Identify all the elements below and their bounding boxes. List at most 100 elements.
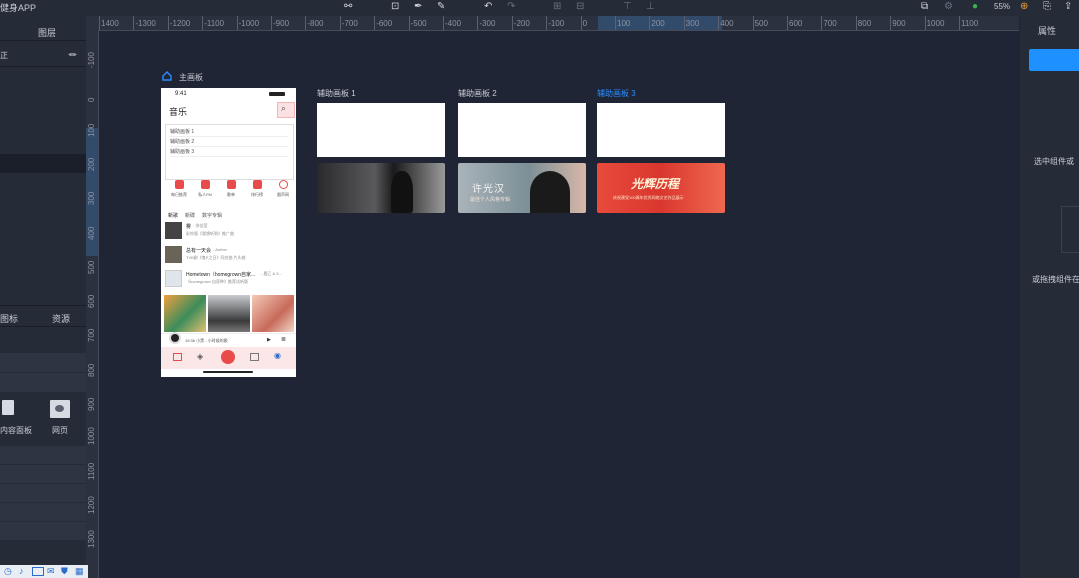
preview-icon[interactable]: ⎘ xyxy=(1043,1,1051,13)
ruler-tick-line xyxy=(821,16,823,30)
banner-1[interactable] xyxy=(317,163,445,213)
align-bottom-icon[interactable]: ⊥ xyxy=(646,1,655,13)
device-icon[interactable]: ⧉ xyxy=(921,1,928,13)
ruler-tick-label: 400 xyxy=(720,19,734,28)
song-row[interactable]: 总有一天会 - Amber TVB剧《鬼P之日》同名曲 片头曲 xyxy=(165,246,293,266)
main-board-label[interactable]: 主画板 xyxy=(179,72,203,83)
resource-row[interactable] xyxy=(0,522,86,541)
tab-layers[interactable]: 图层 xyxy=(38,26,56,39)
zoom-in-icon[interactable]: ⊕ xyxy=(1020,1,1028,13)
webpage-icon[interactable] xyxy=(50,400,70,418)
panel-icon[interactable] xyxy=(0,398,20,420)
distribute-icon[interactable]: ⊟ xyxy=(576,1,584,13)
category-item[interactable]: 排行榜 xyxy=(245,180,269,198)
right-panel: 属性 选中组件或 或拖拽组件在 xyxy=(1020,16,1079,578)
nav-podcast-icon[interactable]: ◈ xyxy=(197,352,203,361)
settings-icon[interactable]: ⚙ xyxy=(944,1,953,13)
album-thumb[interactable] xyxy=(164,295,206,332)
banner-3-title: 光辉历程 xyxy=(631,177,680,191)
ruler-tick-label: 1000 xyxy=(926,19,945,28)
ruler-tick-label: 800 xyxy=(87,363,96,377)
search-button[interactable]: ⌕ xyxy=(277,102,295,118)
nav-follow-icon[interactable] xyxy=(250,353,259,361)
zoom-level[interactable]: 55% xyxy=(994,2,1010,11)
song-title: 雾 xyxy=(186,224,192,230)
ruler-tick-line xyxy=(787,16,788,30)
share-icon[interactable]: ⇪ xyxy=(1064,1,1072,13)
banner-2[interactable]: 许光汉 最佳个人风格专辑 xyxy=(458,163,586,213)
keyboard-icon[interactable] xyxy=(32,567,44,576)
pen-icon[interactable]: ✒ xyxy=(414,1,422,13)
main-artboard-phone[interactable]: 9:41 音乐 ⌕ 辅助画板 1 辅助画板 2 辅助画板 3 每日推荐 私人FM… xyxy=(161,88,296,377)
artboard-3[interactable] xyxy=(597,103,725,157)
dropdown-item[interactable]: 辅助画板 2 xyxy=(170,137,288,147)
artboard-1[interactable] xyxy=(317,103,445,157)
tab-properties[interactable]: 属性 xyxy=(1038,24,1056,37)
resource-row[interactable] xyxy=(0,446,86,465)
play-icon[interactable]: ▶ xyxy=(267,337,271,343)
bottom-nav: ◈ ◉ xyxy=(161,347,296,369)
dropdown-item[interactable]: 辅助画板 3 xyxy=(170,147,288,157)
align-icon[interactable]: ⊞ xyxy=(553,1,561,13)
nav-village-icon[interactable]: ◉ xyxy=(274,351,281,360)
tab-new-songs[interactable]: 新歌 xyxy=(168,212,178,219)
chart-icon xyxy=(252,180,262,189)
align-top-icon[interactable]: ⊤ xyxy=(623,1,632,13)
banner-3[interactable]: 光辉历程 庆祝建党100周年优秀网络文艺作品展示 xyxy=(597,163,725,213)
mini-player[interactable]: 19:36 小黑 - 小时候的歌 ▶ ≣ xyxy=(161,332,296,348)
artboard-label-1[interactable]: 辅助画板 1 xyxy=(317,88,356,99)
ruler-tick-label: -400 xyxy=(445,19,462,28)
song-desc: 彩铃版《我想听到》推广曲 xyxy=(186,231,234,236)
layer-row[interactable]: 正 ⏛ xyxy=(0,42,86,67)
artboard-label-3[interactable]: 辅助画板 3 xyxy=(597,88,636,99)
artboard-label-2[interactable]: 辅助画板 2 xyxy=(458,88,497,99)
ruler-tick-label: 200 xyxy=(651,19,665,28)
album-thumb[interactable] xyxy=(208,295,250,332)
resource-row[interactable] xyxy=(0,373,86,393)
ruler-tick-label: -900 xyxy=(273,19,290,28)
category-item[interactable]: 私人FM xyxy=(193,180,217,198)
nav-discover-icon[interactable] xyxy=(173,353,182,361)
resource-label: 网页 xyxy=(52,426,68,435)
clock-icon[interactable]: ◷ xyxy=(4,566,12,577)
tab-digital-albums[interactable]: 数字专辑 xyxy=(202,212,222,219)
category-item[interactable]: 每日推荐 xyxy=(167,180,191,198)
song-row[interactable]: 雾 - 徐佳莹 彩铃版《我想听到》推广曲 xyxy=(165,222,293,242)
tab-icons[interactable]: 图标 xyxy=(0,312,18,325)
artboard-2[interactable] xyxy=(458,103,586,157)
layer-row-selected[interactable] xyxy=(0,154,86,174)
category-item[interactable]: 歌单 xyxy=(219,180,243,198)
undo-icon[interactable]: ↶ xyxy=(484,1,492,13)
banner-2-title: 许光汉 xyxy=(472,184,505,195)
grid-icon[interactable]: ▦ xyxy=(75,566,84,577)
link-icon[interactable]: ⚯ xyxy=(344,1,352,13)
redo-icon[interactable]: ↷ xyxy=(507,1,515,13)
ruler-tick-label: 1100 xyxy=(961,19,979,28)
ruler-tick-label: -700 xyxy=(341,19,358,28)
queue-icon[interactable]: ≣ xyxy=(281,336,286,343)
nav-profile-icon[interactable] xyxy=(221,350,235,364)
mic-icon[interactable]: ♪ xyxy=(19,566,24,576)
category-item[interactable]: 跟声网 xyxy=(271,180,295,198)
chat-icon[interactable]: ✉ xyxy=(47,566,55,577)
resource-row[interactable] xyxy=(0,465,86,484)
ruler-tick-line xyxy=(99,16,100,30)
ruler-tick-label: 900 xyxy=(87,397,96,411)
tab-resources[interactable]: 资源 xyxy=(52,312,70,325)
ruler-tick-label: 0 xyxy=(87,97,96,103)
ruler-tick-line xyxy=(511,16,513,30)
tab-new-albums[interactable]: 新碟 xyxy=(185,212,195,219)
ruler-corner xyxy=(86,16,98,30)
ruler-tick-line xyxy=(271,16,272,30)
pencil-icon[interactable]: ✎ xyxy=(437,1,445,13)
album-thumb[interactable] xyxy=(252,295,294,332)
shirt-icon[interactable]: ⛊ xyxy=(61,566,68,577)
dropdown-item[interactable]: 辅助画板 1 xyxy=(170,127,288,137)
song-row[interactable]: Hometown（homegrown自家... - 鹿乙 & 5... 《hom… xyxy=(165,270,293,290)
resource-row[interactable] xyxy=(0,353,86,373)
primary-button[interactable] xyxy=(1029,49,1079,71)
add-artboard-icon[interactable]: ⊡ xyxy=(391,1,399,13)
resource-row[interactable] xyxy=(0,484,86,503)
filter-icon[interactable]: ⏛ xyxy=(68,48,77,61)
resource-row[interactable] xyxy=(0,503,86,522)
